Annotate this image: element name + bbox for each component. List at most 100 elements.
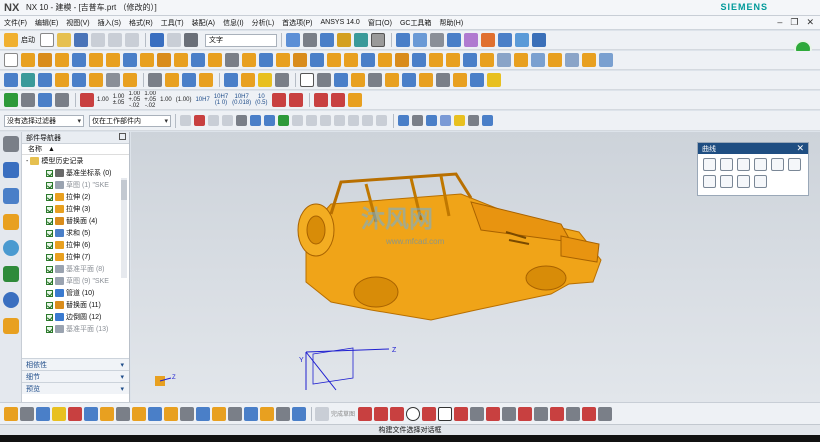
snap-point-on-curve-icon[interactable] (362, 115, 373, 126)
extrude-icon[interactable] (21, 53, 35, 67)
menu-gc-toolbox[interactable]: GC工具箱 (396, 18, 436, 28)
synchronous-icon[interactable] (412, 53, 426, 67)
command-finder-icon[interactable] (184, 33, 198, 47)
system-materials-icon[interactable] (3, 318, 19, 334)
menu-ansys[interactable]: ANSYS 14.0 (317, 19, 364, 26)
convert-reference-icon[interactable] (582, 406, 597, 421)
dim-format-8[interactable]: 10H7 (1 0) (214, 94, 228, 106)
menu-preferences[interactable]: 首选项(P) (278, 18, 316, 28)
select-all-icon[interactable] (180, 115, 191, 126)
sketch-view-icon[interactable] (20, 406, 34, 421)
move-component-icon[interactable] (38, 73, 52, 87)
tree-item[interactable]: 边倒圆 (12) (22, 311, 129, 323)
mirror-assembly-icon[interactable] (106, 73, 120, 87)
finish-sketch-label[interactable]: 完成草图 (331, 409, 355, 418)
close-curve-panel-icon[interactable]: ✕ (796, 143, 804, 154)
rectangle-tool-icon[interactable] (438, 406, 453, 421)
analysis-icon[interactable] (515, 33, 529, 47)
menu-window[interactable]: 窗口(O) (364, 18, 396, 28)
make-corner-icon[interactable] (518, 406, 533, 421)
radius-dimension-icon[interactable] (288, 93, 303, 107)
visibility-checkbox[interactable] (46, 229, 53, 237)
web-browser-icon[interactable] (3, 266, 19, 282)
arrow-icon[interactable] (347, 93, 362, 107)
layer-icon[interactable] (337, 33, 351, 47)
sketch-mirror-icon[interactable] (244, 406, 258, 421)
minimize-icon[interactable]: – (777, 17, 782, 28)
quick-extend-icon[interactable] (502, 406, 517, 421)
filter-icon[interactable] (194, 115, 205, 126)
tube-icon[interactable] (310, 53, 324, 67)
visibility-checkbox[interactable] (46, 289, 53, 297)
finish-sketch-icon[interactable] (315, 406, 329, 421)
bounded-plane-icon[interactable] (548, 53, 562, 67)
auto-constrain-icon[interactable] (566, 406, 581, 421)
split-body-icon[interactable] (242, 53, 256, 67)
move-object-icon[interactable] (464, 33, 478, 47)
sphere-icon[interactable] (275, 73, 289, 87)
angular-dimension-icon[interactable] (271, 93, 286, 107)
sort-up-icon[interactable]: ▲ (48, 146, 55, 153)
collapse-icon[interactable]: - (26, 158, 28, 165)
dim-format-6[interactable]: (1.00) (176, 97, 192, 103)
datum-csys-icon[interactable] (199, 73, 213, 87)
restore-icon[interactable]: ❐ (790, 17, 798, 28)
visibility-checkbox[interactable] (46, 265, 53, 273)
sketch-icon[interactable] (4, 53, 18, 67)
thicken-icon[interactable] (276, 53, 290, 67)
conic-icon[interactable] (788, 158, 801, 171)
alternate-solution-icon[interactable] (598, 406, 613, 421)
n-sided-surface-icon[interactable] (531, 53, 545, 67)
selection-filter-select[interactable]: 没有选择过滤器 (4, 114, 84, 127)
sketch-evaluate-icon[interactable] (116, 406, 130, 421)
snap-existing-point-icon[interactable] (376, 115, 387, 126)
new-file-icon[interactable] (40, 33, 54, 47)
edge-blend-icon[interactable] (123, 53, 137, 67)
project-curve-icon[interactable] (385, 73, 399, 87)
dim-format-10[interactable]: 10 (0.5) (255, 94, 267, 106)
sketch-chamfer-icon[interactable] (196, 406, 210, 421)
studio-spline-icon[interactable] (454, 406, 469, 421)
no-symbol-icon[interactable] (313, 93, 328, 107)
text-curve-icon[interactable] (771, 158, 784, 171)
snap-control-icon[interactable] (306, 115, 317, 126)
tessellate-icon[interactable] (317, 73, 331, 87)
redo-icon[interactable] (167, 33, 181, 47)
lasso-icon[interactable] (222, 115, 233, 126)
close-navigator-icon[interactable] (119, 133, 126, 140)
render-style-icon[interactable] (303, 33, 317, 47)
scope-select[interactable]: 仅在工作部件内 (89, 114, 171, 127)
tree-item[interactable]: 替换面 (11) (22, 299, 129, 311)
snap-quadrant-icon[interactable] (348, 115, 359, 126)
part-list-icon[interactable] (38, 93, 52, 107)
wcs-icon[interactable] (430, 33, 444, 47)
shaded-view-icon[interactable] (250, 115, 261, 126)
dim-format-1[interactable]: 1.00 (97, 97, 109, 103)
visibility-checkbox[interactable] (46, 217, 53, 225)
sketch-polygon-icon[interactable] (228, 406, 242, 421)
snap-intersect-icon[interactable] (320, 115, 331, 126)
visibility-checkbox[interactable] (46, 181, 53, 189)
tree-item[interactable]: 拉伸 (7) (22, 251, 129, 263)
constraint-navigator-icon[interactable] (3, 188, 19, 204)
reuse-library-icon[interactable] (3, 240, 19, 256)
curve-panel-header[interactable]: 曲线 ✕ (698, 143, 808, 154)
dim-format-4[interactable]: 1.00 +.05 -.02 (144, 91, 156, 109)
trim-body-icon[interactable] (225, 53, 239, 67)
visibility-checkbox[interactable] (46, 253, 53, 261)
visibility-checkbox[interactable] (46, 169, 53, 177)
sketch-update-icon[interactable] (84, 406, 98, 421)
snap-center-icon[interactable] (334, 115, 345, 126)
column-header[interactable]: 名称 ▲ (22, 144, 129, 155)
visibility-checkbox[interactable] (46, 193, 53, 201)
tree-item[interactable]: 拉伸 (2) (22, 191, 129, 203)
surface-icon[interactable] (463, 53, 477, 67)
hole-icon[interactable] (55, 53, 69, 67)
rapid-dimension-icon[interactable] (80, 93, 94, 107)
dim-format-2[interactable]: 1.00 ±.05 (113, 94, 125, 106)
patch-icon[interactable] (582, 53, 596, 67)
visibility-checkbox[interactable] (46, 241, 53, 249)
deselect-icon[interactable] (208, 115, 219, 126)
trim-sheet-icon[interactable] (599, 53, 613, 67)
offset-face-icon[interactable] (259, 53, 273, 67)
